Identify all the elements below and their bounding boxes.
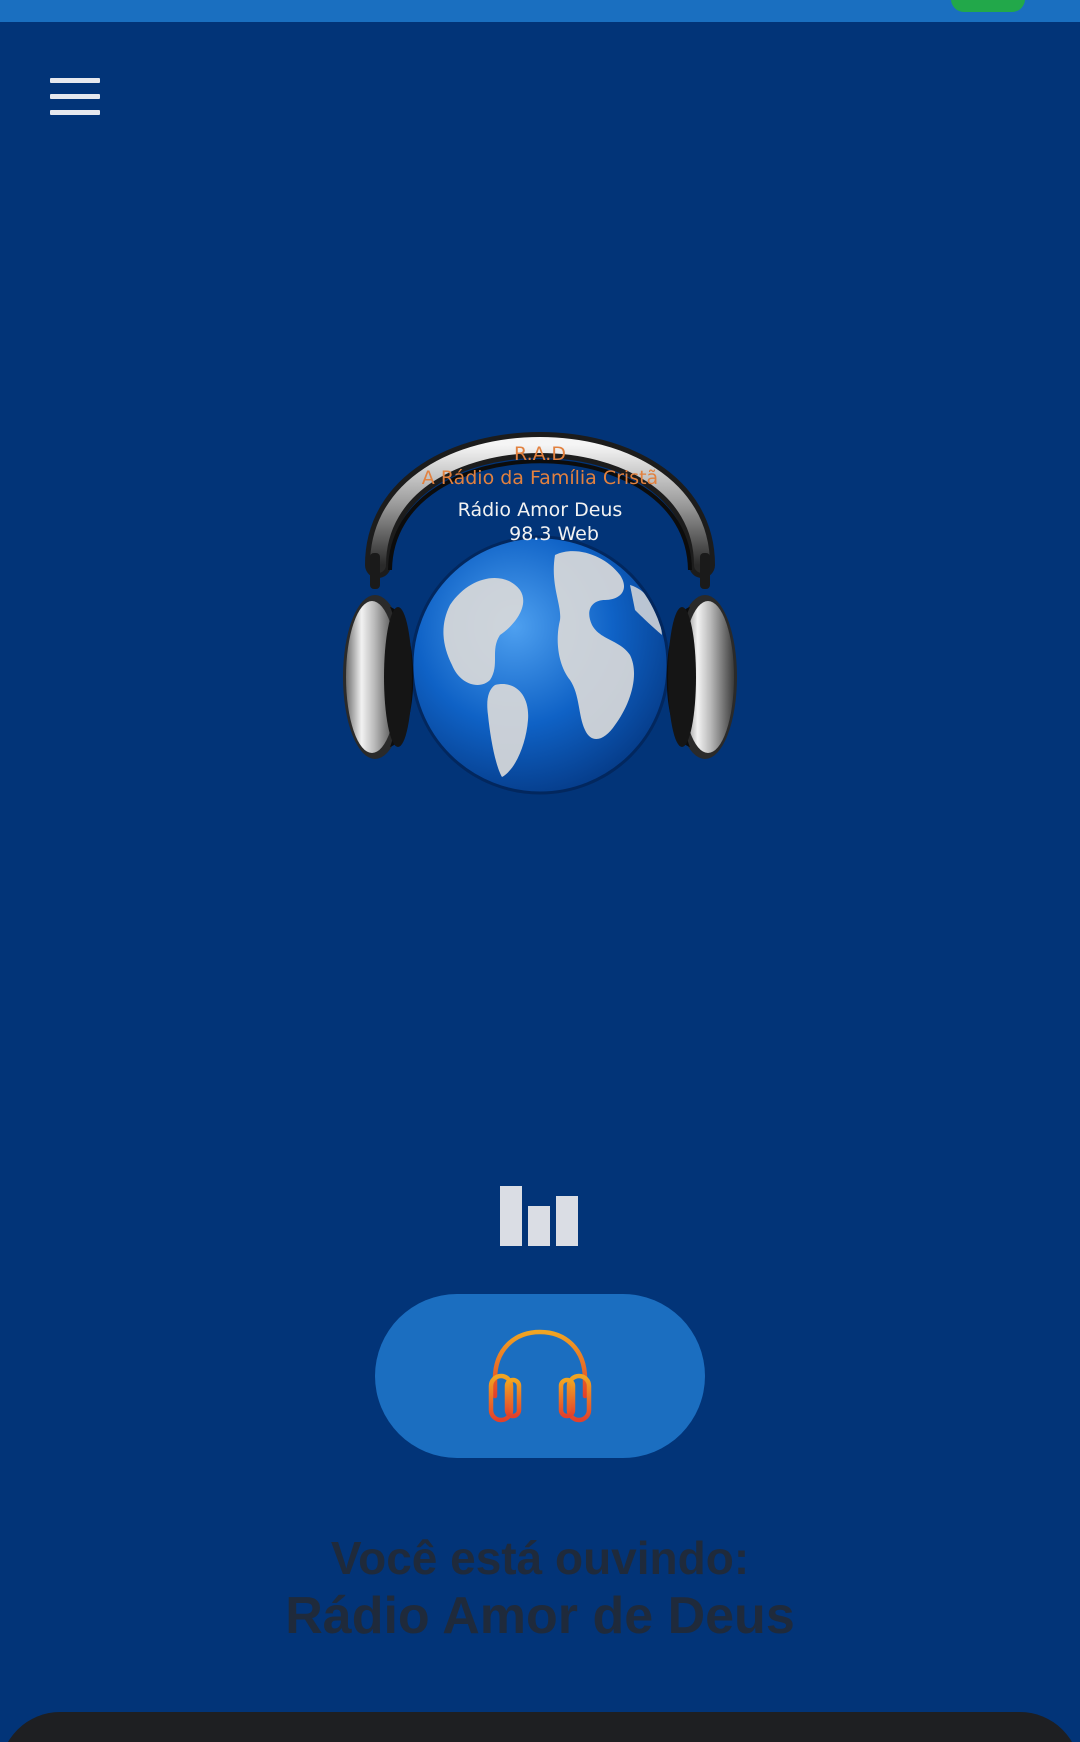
logo-line-3: Rádio Amor Deus	[457, 499, 623, 521]
headphones-icon	[488, 1329, 592, 1423]
app-screen: R.A.D A Rádio da Família Cristã Rádio Am…	[0, 0, 1080, 1742]
logo-line-2: A Rádio da Família Cristã	[421, 467, 659, 489]
menu-icon-line	[50, 78, 100, 83]
now-playing-label: Você está ouvindo:	[330, 1532, 750, 1584]
status-bar	[0, 0, 1080, 22]
station-logo: R.A.D A Rádio da Família Cristã Rádio Am…	[330, 385, 750, 805]
bottom-sheet[interactable]	[0, 1712, 1080, 1742]
equalizer-icon	[498, 1180, 582, 1246]
menu-button[interactable]	[44, 72, 108, 124]
menu-icon-line	[50, 110, 100, 115]
equalizer-bar	[528, 1206, 550, 1246]
menu-icon-line	[50, 94, 100, 99]
logo-line-4: 98.3 Web	[509, 523, 599, 545]
equalizer-bar	[500, 1186, 522, 1246]
play-button[interactable]	[375, 1294, 705, 1458]
status-indicator	[951, 0, 1025, 12]
now-playing-station: Rádio Amor de Deus	[285, 1587, 795, 1645]
equalizer-bar	[556, 1196, 578, 1246]
logo-line-1: R.A.D	[514, 443, 566, 465]
now-playing-section: Você está ouvindo: Rádio Amor de Deus	[0, 1530, 1080, 1646]
